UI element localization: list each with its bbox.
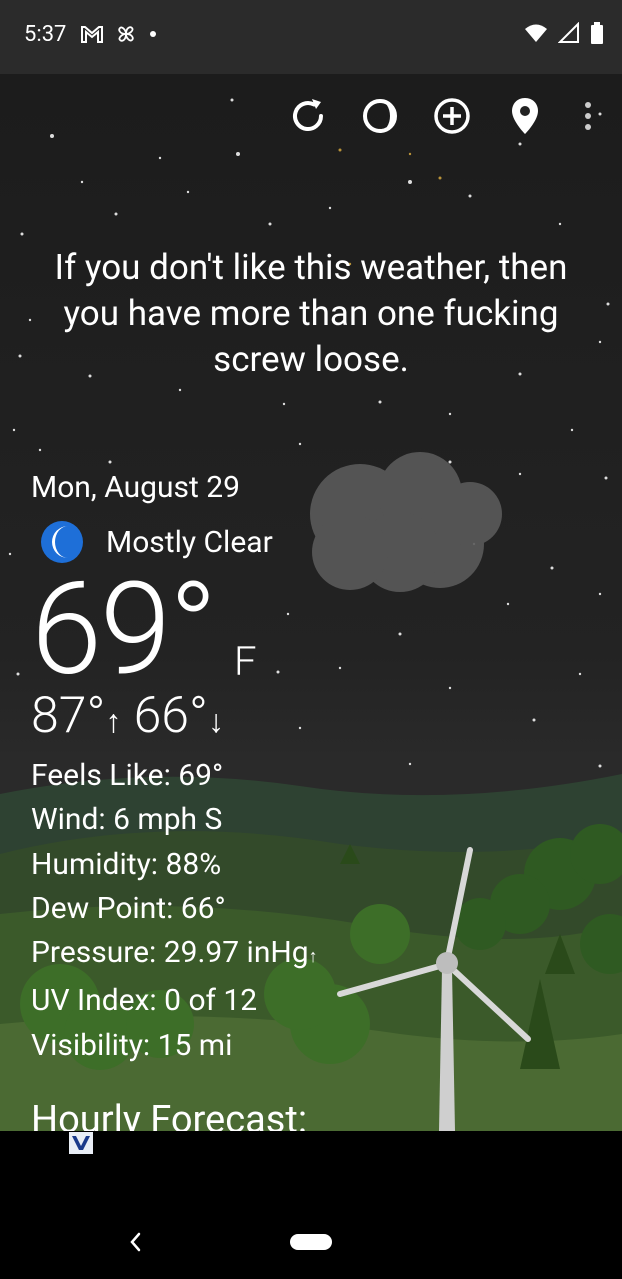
uv-index: UV Index: 0 of 12 [31, 983, 258, 1019]
weather-details: Feels Like: 69° Wind: 6 mph S Humidity: … [31, 754, 318, 1068]
wifi-icon [525, 24, 547, 42]
dot-icon [150, 31, 156, 37]
gmail-icon [81, 26, 103, 43]
location-button[interactable] [503, 94, 547, 138]
current-temperature: 69° [31, 555, 217, 705]
notification-icons [80, 22, 158, 46]
status-bar: 5:37 [0, 0, 622, 74]
pinwheel-icon [118, 26, 134, 42]
theme-button[interactable] [358, 94, 402, 138]
theme-icon [363, 99, 397, 133]
refresh-button[interactable] [286, 94, 330, 138]
top-toolbar [0, 74, 622, 158]
back-button[interactable] [125, 1228, 145, 1256]
feels-like: Feels Like: 69° [31, 758, 224, 793]
date-label: Mon, August 29 [31, 470, 241, 505]
pressure: Pressure: 29.97 inHg [31, 935, 309, 971]
more-vert-icon [585, 102, 591, 130]
system-icons [524, 22, 604, 44]
ad-choices-icon[interactable] [69, 1132, 93, 1154]
refresh-icon [293, 99, 323, 132]
arrow-up-icon: ↑ [105, 702, 122, 740]
high-temp: 87° [31, 687, 106, 745]
battery-icon [591, 22, 603, 44]
cloud [310, 452, 502, 592]
more-menu-button[interactable] [566, 94, 610, 138]
visibility: Visibility: 15 mi [31, 1027, 233, 1063]
status-time: 5:37 [24, 22, 67, 47]
dew-point: Dew Point: 66° [31, 890, 226, 926]
humidity: Humidity: 88% [31, 846, 222, 882]
add-location-icon [434, 98, 470, 134]
home-button[interactable] [290, 1234, 332, 1250]
location-pin-icon [512, 98, 538, 134]
pressure-rising-icon: ↑ [308, 946, 318, 968]
weather-quote: If you don't like this weather, then you… [54, 247, 568, 380]
navigation-bar [0, 1131, 622, 1279]
signal-icon [558, 22, 579, 43]
temperature-unit: F [234, 638, 257, 685]
pressure-row: Pressure: 29.97 inHg↑ [31, 931, 318, 979]
high-low: 87°↑ 66°↓ [31, 686, 224, 751]
add-location-button[interactable] [430, 94, 474, 138]
low-temp: 66° [133, 687, 208, 745]
arrow-down-icon: ↓ [207, 702, 224, 740]
wind: Wind: 6 mph S [31, 802, 223, 838]
